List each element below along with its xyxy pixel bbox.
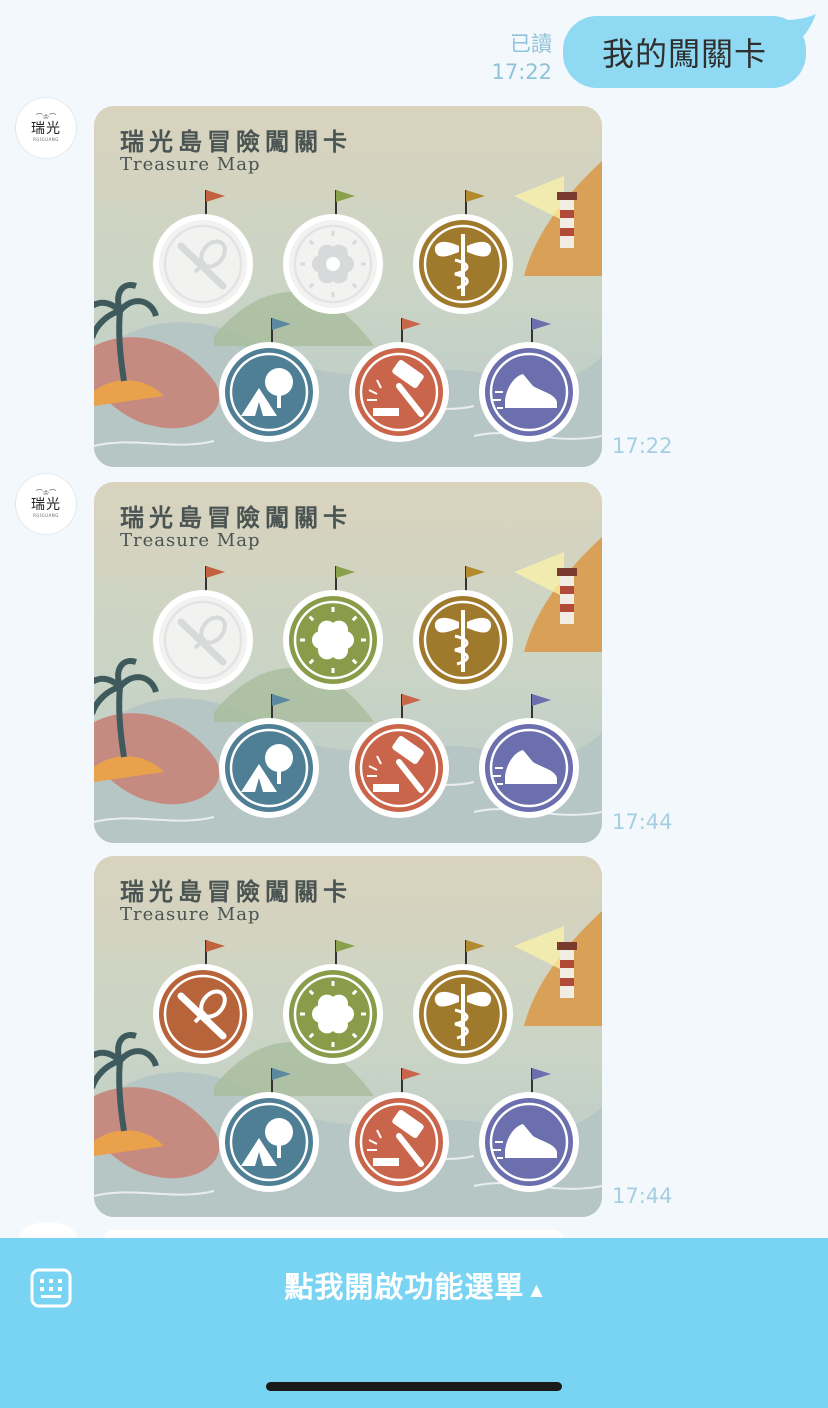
- message-time: 17:22: [612, 434, 673, 458]
- home-indicator: [266, 1382, 562, 1391]
- avatar-logo-sub: RUIGUANG: [33, 137, 59, 142]
- treasure-map-card[interactable]: 瑞光島冒險闖關卡 Treasure Map: [94, 856, 602, 1217]
- sent-time: 17:22: [491, 60, 552, 84]
- avatar-partial: [20, 1222, 76, 1238]
- avatar-logo-text: 瑞光: [31, 121, 61, 137]
- avatar[interactable]: ⌒♔⌒ 瑞光 RUIGUANG: [16, 98, 76, 158]
- open-menu-button[interactable]: 點我開啟功能選單 ▲: [0, 1264, 828, 1306]
- sent-meta: 已讀 17:22: [491, 30, 552, 86]
- crown-icon: ⌒♔⌒: [35, 113, 57, 121]
- message-partial: [104, 1230, 564, 1238]
- avatar-logo-text: 瑞光: [31, 497, 61, 513]
- card-subtitle: Treasure Map: [120, 530, 261, 551]
- card-subtitle: Treasure Map: [120, 904, 261, 925]
- caret-up-icon: ▲: [530, 1279, 544, 1299]
- menu-label-text: 點我開啟功能選單: [284, 1270, 525, 1304]
- treasure-map-card[interactable]: 瑞光島冒險闖關卡 Treasure Map: [94, 106, 602, 467]
- crown-icon: ⌒♔⌒: [35, 489, 57, 497]
- read-status: 已讀: [510, 32, 552, 56]
- avatar-logo-sub: RUIGUANG: [33, 513, 59, 518]
- message-time: 17:44: [612, 1184, 673, 1208]
- chat-area[interactable]: 已讀 17:22 我的闖關卡 ⌒♔⌒ 瑞光 RUIGUANG 瑞光島冒險闖關卡 …: [0, 0, 828, 1238]
- sent-message-text: 我的闖關卡: [601, 35, 767, 73]
- sent-message-bubble[interactable]: 我的闖關卡: [563, 16, 806, 88]
- rich-menu-bar[interactable]: 點我開啟功能選單 ▲: [0, 1238, 828, 1408]
- treasure-map-card[interactable]: 瑞光島冒險闖關卡 Treasure Map: [94, 482, 602, 843]
- message-time: 17:44: [612, 810, 673, 834]
- card-title: 瑞光島冒險闖關卡: [120, 503, 352, 532]
- card-title: 瑞光島冒險闖關卡: [120, 127, 352, 156]
- card-title: 瑞光島冒險闖關卡: [120, 877, 352, 906]
- card-subtitle: Treasure Map: [120, 154, 261, 175]
- avatar[interactable]: ⌒♔⌒ 瑞光 RUIGUANG: [16, 474, 76, 534]
